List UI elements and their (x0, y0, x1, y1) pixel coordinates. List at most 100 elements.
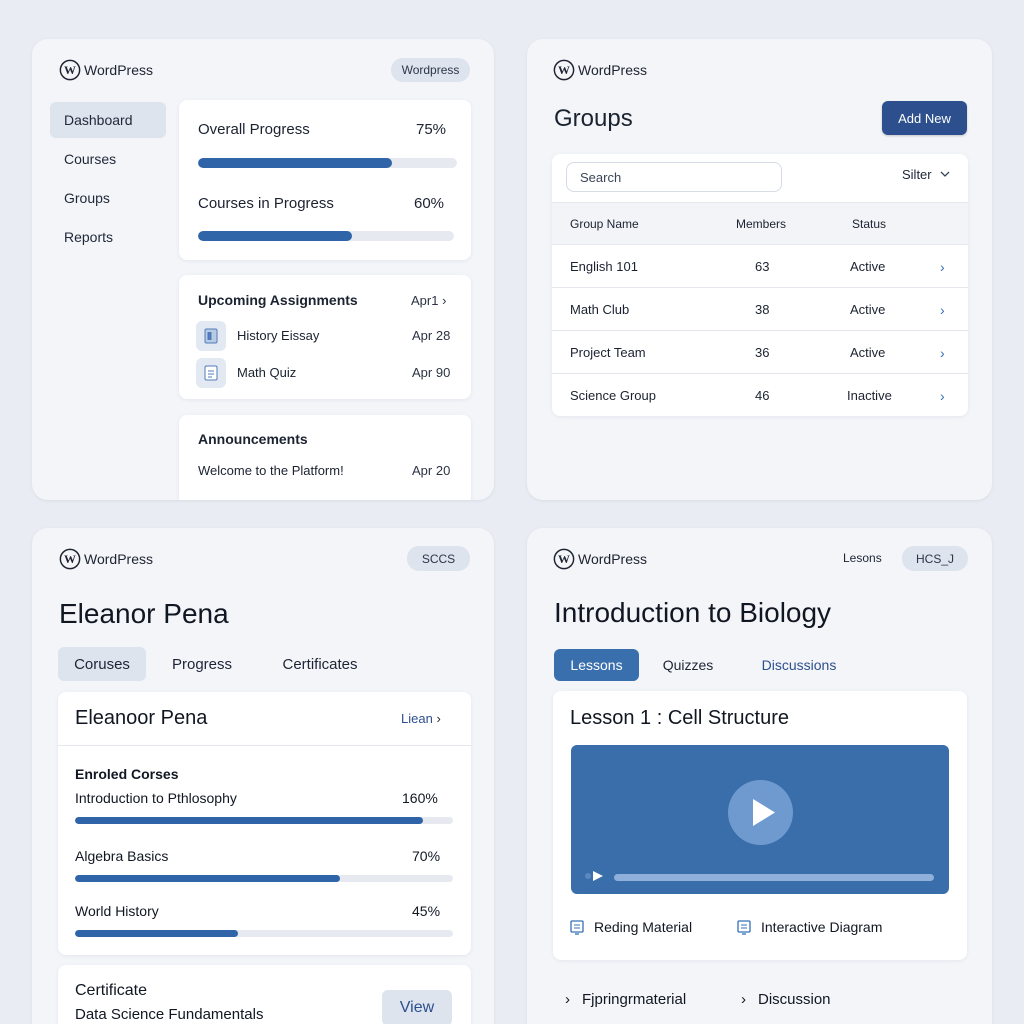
profile-badge[interactable]: SCCS (407, 546, 470, 571)
tab-lessons[interactable]: Lessons (554, 649, 639, 681)
course-progress-value: 45% (412, 903, 441, 919)
profile-panel: W WordPress SCCS Eleanor Pena Coruses Pr… (32, 528, 494, 1024)
certificate-course: Data Science Fundamentals (75, 1006, 264, 1023)
assignment-name[interactable]: History Eissay (237, 328, 319, 343)
certificate-card: Certificate Data Science Fundamentals Vi… (58, 965, 471, 1024)
courses-in-progress-bar (198, 231, 454, 241)
course-progress-value: 70% (412, 848, 441, 864)
assignments-title: Upcoming Assignments (198, 292, 358, 308)
chevron-right-icon[interactable]: › (940, 331, 945, 374)
material-link[interactable]: › Fjpringrmaterial (565, 991, 686, 1008)
brand[interactable]: W WordPress (59, 59, 153, 81)
group-name-cell: Project Team (570, 345, 646, 360)
courses-in-progress-label: Courses in Progress (198, 195, 334, 212)
group-name-cell: Science Group (570, 388, 656, 403)
svg-text:W: W (558, 552, 570, 566)
tab-discussions[interactable]: Discussions (749, 649, 849, 681)
divider (58, 745, 471, 746)
chevron-right-icon: › (565, 991, 570, 1008)
svg-text:W: W (64, 63, 76, 77)
svg-text:W: W (64, 552, 76, 566)
diagram-icon (737, 919, 751, 935)
tab-certificates[interactable]: Certificates (268, 647, 372, 681)
site-badge[interactable]: Wordpress (391, 58, 470, 82)
search-input[interactable]: Search (566, 162, 782, 192)
discussion-link[interactable]: › Discussion (741, 991, 831, 1008)
course-title: Introduction to Biology (554, 597, 832, 628)
course-name[interactable]: Introduction to Pthlosophy (75, 790, 237, 806)
chevron-right-icon[interactable]: › (940, 288, 945, 331)
filter-dropdown[interactable]: Silter (902, 167, 950, 182)
chevron-right-icon[interactable]: › (940, 374, 945, 417)
course-progress-fill (75, 817, 423, 824)
wordpress-logo-icon: W (59, 59, 81, 81)
reading-material-link[interactable]: Reding Material (570, 919, 692, 935)
brand-name: WordPress (84, 62, 153, 78)
overall-progress-fill (198, 158, 393, 168)
table-row[interactable]: Math Club 38 Active › (552, 287, 968, 330)
chevron-right-icon[interactable]: › (940, 245, 945, 288)
column-header: Group Name (570, 217, 639, 231)
overall-progress-label: Overall Progress (198, 121, 310, 138)
course-progress-bar (75, 817, 453, 824)
members-cell: 36 (755, 345, 770, 360)
members-cell: 38 (755, 302, 770, 317)
course-badge[interactable]: HCS_J (902, 546, 968, 571)
brand-name: WordPress (84, 551, 153, 567)
announcement-date: Apr 20 (412, 463, 451, 478)
sidebar-item-dashboard[interactable]: Dashboard (50, 102, 166, 138)
play-button[interactable] (728, 780, 793, 845)
brand-name: WordPress (578, 551, 647, 567)
brand[interactable]: W WordPress (553, 59, 647, 81)
play-small-icon[interactable] (584, 869, 606, 883)
assignments-date-link[interactable]: Apr1 › (411, 293, 446, 308)
enrolled-label: Enroled Corses (75, 766, 179, 782)
chevron-right-icon: › (741, 991, 746, 1008)
groups-panel: W WordPress Groups Add New Search Silter… (527, 39, 992, 500)
announcements-title: Announcements (198, 431, 308, 447)
document-icon (196, 358, 226, 388)
announcements-card: Announcements Welcome to the Platform! A… (179, 415, 471, 500)
card-link[interactable]: Liean › (401, 711, 441, 726)
lessons-link[interactable]: Lesons (843, 551, 882, 565)
course-progress-fill (75, 930, 238, 937)
groups-table-card: Search Silter Group Name Members Status … (552, 154, 968, 416)
members-cell: 63 (755, 259, 770, 274)
sidebar-item-courses[interactable]: Courses (50, 141, 166, 177)
wordpress-logo-icon: W (553, 548, 575, 570)
status-cell: Active (850, 302, 886, 317)
video-player[interactable] (571, 745, 949, 894)
status-cell: Active (850, 345, 886, 360)
table-row[interactable]: Project Team 36 Active › (552, 330, 968, 373)
sidebar-item-reports[interactable]: Reports (50, 219, 166, 255)
overall-progress-bar (198, 158, 457, 168)
tab-progress[interactable]: Progress (160, 647, 244, 681)
course-progress-bar (75, 875, 453, 882)
table-header: Group Name Members Status (552, 202, 968, 244)
add-new-button[interactable]: Add New (882, 101, 967, 135)
table-row[interactable]: English 101 63 Active › (552, 244, 968, 287)
wordpress-logo-icon: W (553, 59, 575, 81)
table-row[interactable]: Science Group 46 Inactive › (552, 373, 968, 416)
tab-courses[interactable]: Coruses (58, 647, 146, 681)
course-name[interactable]: World History (75, 903, 159, 919)
sidebar-item-groups[interactable]: Groups (50, 180, 166, 216)
view-certificate-button[interactable]: View (382, 990, 452, 1024)
course-progress-value: 160% (402, 790, 438, 806)
courses-in-progress-fill (198, 231, 352, 241)
course-name[interactable]: Algebra Basics (75, 848, 168, 864)
overall-progress-value: 75% (416, 121, 447, 138)
interactive-diagram-link[interactable]: Interactive Diagram (737, 919, 882, 935)
announcement-text[interactable]: Welcome to the Platform! (198, 463, 344, 478)
enrolled-courses-card: Eleanoor Pena Liean › Enroled Corses Int… (58, 692, 471, 955)
video-scrubber[interactable] (614, 874, 934, 881)
tab-quizzes[interactable]: Quizzes (651, 649, 725, 681)
brand[interactable]: W WordPress (59, 548, 153, 570)
assignment-name[interactable]: Math Quiz (237, 365, 296, 380)
lesson-card: Lesson 1 : Cell Structure Reding Materia… (553, 691, 967, 960)
wordpress-logo-icon: W (59, 548, 81, 570)
brand[interactable]: W WordPress (553, 548, 647, 570)
brand-name: WordPress (578, 62, 647, 78)
assignments-card: Upcoming Assignments Apr1 › History Eiss… (179, 275, 471, 399)
group-name-cell: Math Club (570, 302, 630, 317)
